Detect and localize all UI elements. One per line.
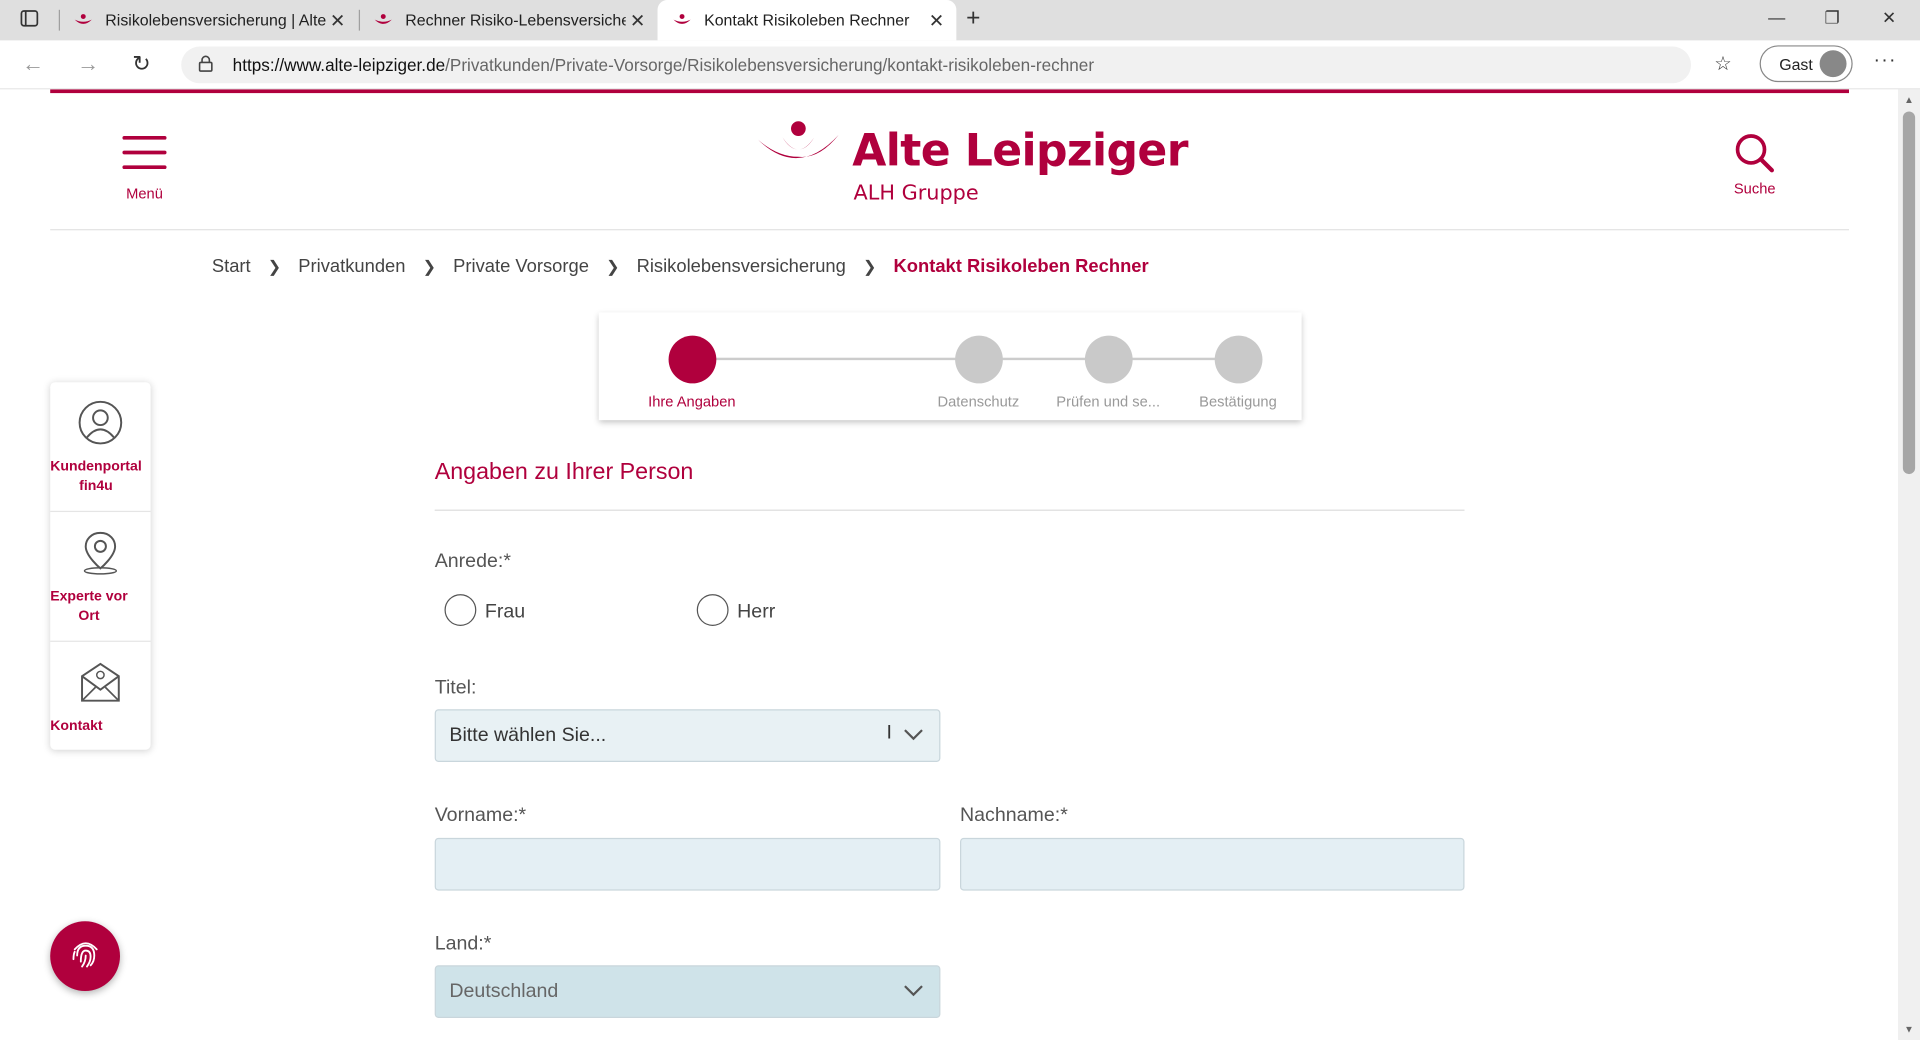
step-dot — [1084, 335, 1133, 384]
logo-name[interactable]: Alte Leipziger — [852, 126, 1188, 176]
fingerprint-icon — [67, 935, 104, 978]
profile-button[interactable]: Gast — [1759, 45, 1853, 83]
header-divider — [50, 229, 1849, 231]
section-divider — [434, 509, 1465, 511]
titel-label: Titel: — [434, 677, 477, 699]
browser-tab[interactable]: Rechner Risiko-Lebensversicheru ✕ — [359, 0, 658, 40]
menu-button[interactable] — [122, 135, 167, 180]
quick-access-sidebar: Kundenportal fin4u Experte vor Ort Kontakt — [50, 382, 151, 750]
breadcrumb-item[interactable]: Privatkunden — [298, 256, 405, 277]
anrede-label: Anrede:* — [434, 551, 511, 573]
radio-herr-label[interactable]: Herr — [737, 601, 775, 623]
tab-title: Rechner Risiko-Lebensversicheru — [405, 11, 626, 30]
browser-tab[interactable]: Risikolebensversicherung | Alte L ✕ — [59, 0, 358, 40]
text-cursor-icon: I — [886, 722, 892, 744]
scroll-down-icon[interactable]: ▼ — [1904, 1024, 1914, 1035]
alte-leipziger-favicon — [373, 10, 393, 30]
page-scrollbar[interactable]: ▲ ▼ — [1897, 89, 1920, 1040]
breadcrumb-item[interactable]: Start — [212, 256, 251, 277]
alte-leipziger-favicon — [73, 10, 93, 30]
new-tab-icon[interactable]: + — [966, 5, 980, 33]
favorites-icon[interactable]: ☆ — [1714, 51, 1732, 76]
breadcrumb-item[interactable]: Private Vorsorge — [453, 256, 589, 277]
scrollbar-thumb[interactable] — [1902, 111, 1916, 475]
url-path: /Privatkunden/Private-Vorsorge/Risikoleb… — [445, 55, 1095, 75]
back-icon[interactable]: ← — [22, 51, 44, 77]
chevron-down-icon — [902, 724, 924, 752]
search-label: Suche — [1733, 180, 1776, 198]
tab-close-icon[interactable]: ✕ — [929, 10, 944, 32]
sidebar-item-kundenportal[interactable]: Kundenportal fin4u — [50, 382, 151, 513]
logo-subtitle: ALH Gruppe — [853, 181, 979, 206]
land-select-value: Deutschland — [449, 980, 559, 1002]
progress-stepper: Ihre Angaben Datenschutz Prüfen und se..… — [598, 312, 1302, 421]
address-toolbar: ← → ↻ https://www.alte-leipziger.de/Priv… — [0, 40, 1920, 90]
tab-title: Risikolebensversicherung | Alte L — [105, 11, 326, 30]
sidebar-item-label: fin4u — [79, 478, 113, 494]
radio-herr[interactable] — [696, 594, 729, 626]
chevron-right-icon: ❯ — [422, 256, 436, 276]
web-page: Menü Alte Leipziger ALH Gruppe Suche Sta… — [0, 89, 1898, 1040]
chevron-right-icon: ❯ — [606, 256, 620, 276]
scroll-up-icon[interactable]: ▲ — [1904, 94, 1914, 105]
alte-leipziger-favicon — [672, 10, 692, 30]
avatar — [1819, 50, 1847, 78]
sidebar-item-label: Ort — [78, 608, 100, 624]
lock-icon — [198, 54, 213, 76]
tab-close-icon[interactable]: ✕ — [330, 10, 345, 32]
nachname-label: Nachname:* — [960, 804, 1068, 826]
radio-frau-label[interactable]: Frau — [485, 601, 525, 623]
chevron-right-icon: ❯ — [863, 256, 877, 276]
nachname-field[interactable] — [960, 837, 1465, 891]
section-title: Angaben zu Ihrer Person — [434, 459, 694, 486]
sidebar-item-label: Kontakt — [50, 719, 103, 734]
browser-tab-active[interactable]: Kontakt Risikoleben Rechner ✕ — [657, 0, 957, 41]
breadcrumb-item[interactable]: Risikolebensversicherung — [637, 256, 846, 277]
step-label: Prüfen und se... — [1056, 393, 1161, 411]
tab-title: Kontakt Risikoleben Rechner — [704, 11, 910, 30]
close-window-icon[interactable]: ✕ — [1882, 7, 1896, 28]
top-accent-line — [50, 89, 1849, 94]
radio-frau[interactable] — [444, 594, 477, 626]
land-select[interactable]: Deutschland — [434, 965, 941, 1018]
breadcrumb-current: Kontakt Risikoleben Rechner — [893, 256, 1149, 277]
vorname-field[interactable] — [434, 837, 941, 891]
browser-tab-bar: Risikolebensversicherung | Alte L ✕ Rech… — [0, 0, 1920, 41]
location-pin-icon — [77, 531, 124, 581]
step-dot-active — [668, 335, 717, 384]
mail-icon — [77, 662, 124, 711]
sidebar-item-label: Experte vor — [50, 589, 128, 604]
url-host: https://www.alte-leipziger.de — [232, 55, 446, 75]
titel-select[interactable]: Bitte wählen Sie... — [434, 709, 941, 762]
menu-label: Menü — [126, 184, 163, 203]
more-icon[interactable]: ··· — [1873, 50, 1896, 72]
breadcrumb: Start ❯ Privatkunden ❯ Private Vorsorge … — [212, 256, 1149, 277]
fingerprint-button[interactable] — [50, 921, 121, 992]
sidebar-item-kontakt[interactable]: Kontakt — [50, 642, 150, 750]
land-label: Land:* — [434, 933, 492, 955]
tab-actions-icon[interactable] — [20, 9, 40, 32]
step-dot — [955, 335, 1003, 384]
step-label: Ihre Angaben — [648, 393, 736, 411]
user-icon — [77, 400, 124, 451]
chevron-down-icon — [902, 980, 924, 1008]
sidebar-item-label: Kundenportal — [50, 459, 142, 475]
restore-icon[interactable]: ❐ — [1825, 7, 1840, 28]
step-label: Datenschutz — [937, 393, 1020, 411]
step-dot — [1214, 335, 1263, 384]
vorname-label: Vorname:* — [434, 804, 527, 826]
reload-icon[interactable]: ↻ — [132, 51, 150, 77]
sidebar-item-experte[interactable]: Experte vor Ort — [50, 512, 151, 642]
profile-label: Gast — [1779, 54, 1813, 73]
step-label: Bestätigung — [1199, 393, 1277, 411]
chevron-right-icon: ❯ — [267, 256, 282, 276]
tab-close-icon[interactable]: ✕ — [630, 10, 645, 32]
logo-mark-icon — [756, 120, 842, 175]
url-field[interactable]: https://www.alte-leipziger.de/Privatkund… — [181, 46, 1692, 84]
forward-icon[interactable]: → — [77, 51, 99, 77]
minimize-icon[interactable]: — — [1768, 7, 1785, 27]
search-icon[interactable] — [1734, 132, 1776, 180]
titel-select-value: Bitte wählen Sie... — [449, 724, 607, 746]
